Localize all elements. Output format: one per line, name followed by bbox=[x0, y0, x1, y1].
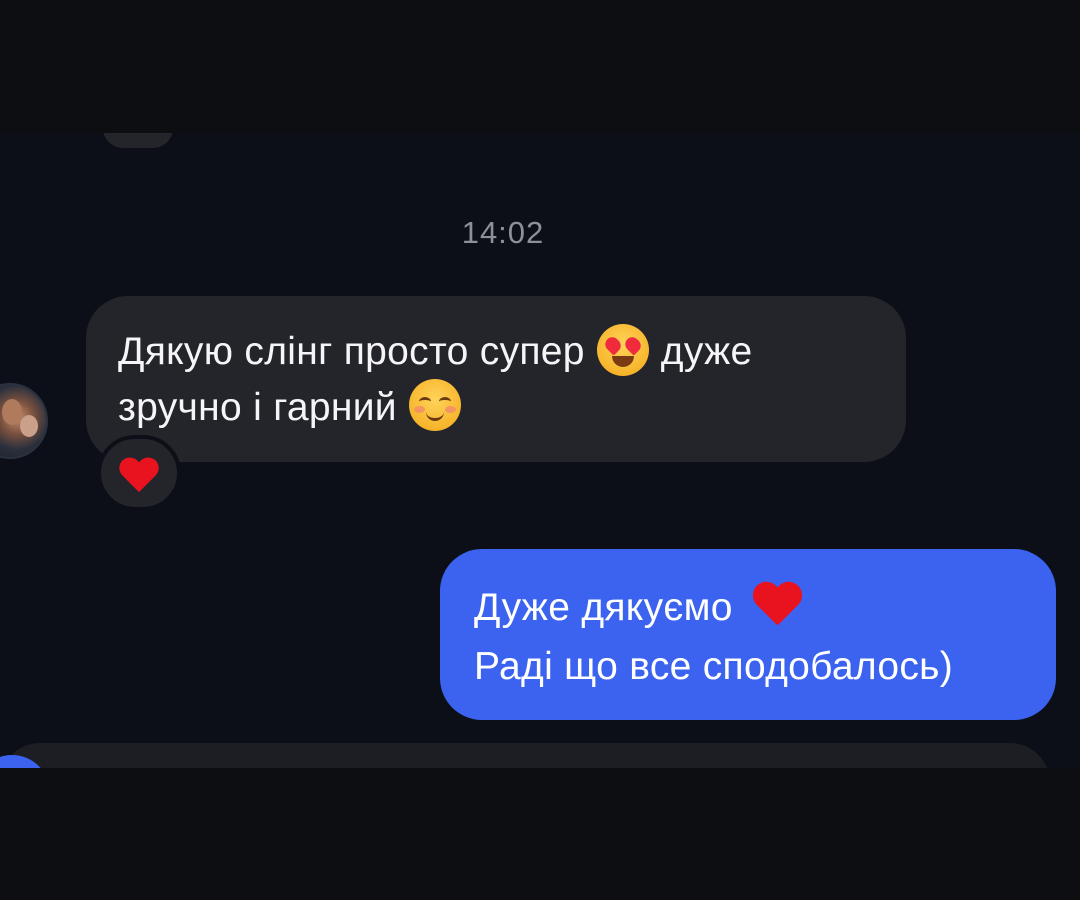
message-timestamp: 14:02 bbox=[461, 215, 545, 250]
chat-thread[interactable]: 14:02 Дякую слінг просто супер дуже зручн… bbox=[0, 133, 1080, 768]
heart-eyes-emoji-icon bbox=[596, 323, 649, 376]
incoming-message-text-1-tail: дуже bbox=[660, 330, 753, 373]
red-heart-emoji-icon bbox=[751, 583, 803, 629]
smiling-face-emoji-icon bbox=[408, 379, 461, 432]
outgoing-message-text-1: Дуже дякуємо bbox=[474, 586, 733, 629]
avatar-person-1 bbox=[2, 399, 22, 425]
incoming-message-text-2: зручно і гарний bbox=[118, 385, 397, 429]
incoming-message-reaction[interactable] bbox=[97, 435, 181, 511]
avatar-person-2 bbox=[20, 415, 38, 437]
contact-avatar[interactable] bbox=[0, 383, 48, 459]
next-message-bubble-partial[interactable] bbox=[0, 743, 1050, 768]
incoming-message-bubble[interactable]: Дякую слінг просто супер дуже зручно і га… bbox=[86, 296, 906, 462]
incoming-message-text-1: Дякую слінг просто супер bbox=[118, 330, 585, 373]
red-heart-reaction-icon bbox=[118, 458, 160, 496]
previous-message-reaction[interactable] bbox=[100, 133, 176, 151]
incoming-message-line-2: зручно і гарний bbox=[118, 379, 872, 436]
outgoing-message-line-2: Раді що все сподобалось) bbox=[474, 645, 954, 688]
incoming-message-line-1: Дякую слінг просто супер дуже bbox=[118, 323, 872, 380]
outgoing-message-line-1: Дуже дякуємо bbox=[474, 578, 1036, 637]
outgoing-message-bubble[interactable]: Дуже дякуємо Раді що все сподобалось) bbox=[440, 549, 1056, 720]
screenshot-bottom-margin bbox=[0, 768, 1080, 900]
screenshot-top-margin bbox=[0, 0, 1080, 135]
